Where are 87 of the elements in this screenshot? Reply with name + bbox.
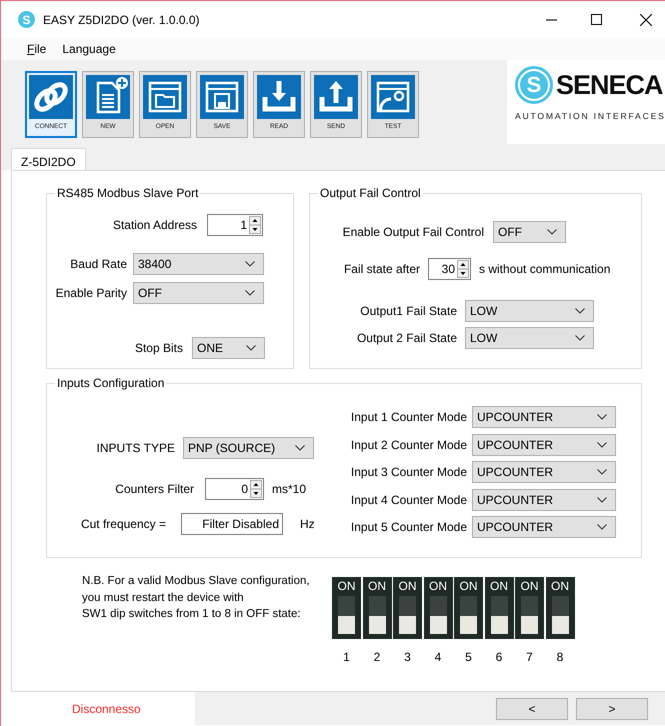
- connection-status: Disconnesso: [72, 700, 141, 718]
- field-label: Output 2 Fail State: [356, 330, 457, 347]
- number-field[interactable]: 1: [207, 214, 263, 236]
- number-field[interactable]: 30: [428, 258, 471, 280]
- field-label: Counters Filter: [114, 481, 194, 498]
- tab[interactable]: Z-5DI2DO: [11, 148, 86, 171]
- group-title: Output Fail Control: [318, 186, 423, 201]
- dropdown[interactable]: UPCOUNTER: [472, 434, 616, 456]
- switch-number: 1: [343, 649, 350, 666]
- previous-button[interactable]: <: [496, 698, 568, 720]
- maximize-icon[interactable]: [591, 14, 602, 24]
- window-title: EASY Z5DI2DO (ver. 1.0.0.0): [43, 12, 200, 28]
- dropdown[interactable]: UPCOUNTER: [472, 406, 616, 428]
- dip-switch[interactable]: ON: [546, 577, 574, 639]
- switch-number: 4: [434, 649, 442, 666]
- unit-label: ms*10: [272, 481, 306, 498]
- field-label: Fail state after: [342, 261, 420, 278]
- menu-item[interactable]: File: [27, 40, 46, 58]
- field-label: Input 3 Counter Mode: [350, 464, 467, 481]
- chevron-icon: [246, 345, 256, 351]
- chevron-icon: [547, 229, 557, 235]
- field-label: Output1 Fail State: [359, 303, 457, 320]
- field-label: Input 1 Counter Mode: [350, 409, 467, 426]
- app-icon: S: [18, 11, 35, 28]
- field-label: INPUTS TYPE: [96, 440, 175, 457]
- new-document-icon: [86, 75, 130, 119]
- switch-number: 8: [556, 649, 564, 666]
- next-button[interactable]: >: [576, 698, 648, 720]
- switch-number: 7: [526, 649, 533, 666]
- unit-label: s without communication: [479, 261, 610, 278]
- dropdown[interactable]: LOW: [465, 300, 594, 322]
- dropdown[interactable]: UPCOUNTER: [472, 516, 616, 538]
- switch-number: 5: [465, 649, 472, 666]
- chevron-icon: [597, 414, 607, 420]
- chevron-icon: [575, 308, 585, 314]
- dropdown[interactable]: UPCOUNTER: [472, 488, 616, 510]
- logo-name: SENECA: [556, 72, 663, 98]
- dropdown[interactable]: LOW: [465, 327, 594, 349]
- close-icon[interactable]: [640, 14, 652, 26]
- menu-item[interactable]: Language: [62, 40, 116, 58]
- switch-number: 3: [404, 649, 411, 666]
- dropdown[interactable]: PNP (SOURCE): [183, 437, 314, 459]
- dropdown[interactable]: OFF: [133, 282, 264, 304]
- unit-label: Hz: [300, 516, 315, 533]
- dropdown[interactable]: 38400: [133, 253, 264, 275]
- logo-tagline: AUTOMATION INTERFACES: [515, 110, 665, 123]
- upload-icon: [314, 75, 358, 119]
- number-field[interactable]: 0: [205, 478, 264, 500]
- dropdown[interactable]: OFF: [493, 221, 566, 243]
- field-label: Input 5 Counter Mode: [350, 519, 467, 536]
- dropdown[interactable]: ONE: [192, 337, 265, 359]
- group-title: Inputs Configuration: [55, 376, 166, 391]
- spinner-icon: [457, 260, 469, 278]
- field-label: Input 2 Counter Mode: [350, 436, 467, 454]
- dip-switch[interactable]: ON: [332, 577, 361, 639]
- dip-switch[interactable]: ON: [484, 577, 514, 639]
- chevron-icon: [597, 524, 607, 530]
- switch-number: 6: [496, 649, 502, 666]
- field-label: Stop Bits: [134, 340, 183, 357]
- folder-window-icon: [143, 75, 187, 119]
- field-label: Baud Rate: [69, 256, 127, 273]
- switch-number: 2: [374, 649, 380, 666]
- chevron-icon: [245, 290, 255, 296]
- dip-switch[interactable]: ON: [393, 577, 422, 639]
- dip-switch[interactable]: ON: [454, 577, 483, 639]
- text-field[interactable]: Filter Disabled: [181, 513, 283, 535]
- spinner-icon: [250, 480, 262, 498]
- field-label: Station Address: [112, 217, 197, 234]
- download-icon: [257, 75, 301, 119]
- field-label: Input 4 Counter Mode: [350, 492, 467, 508]
- chevron-icon: [597, 469, 607, 475]
- logo-mark: S: [515, 66, 553, 104]
- spinner-icon: [249, 216, 261, 234]
- field-label: Cut frequency =: [80, 516, 166, 533]
- link-icon: [29, 75, 73, 119]
- dip-switch[interactable]: ON: [515, 577, 544, 639]
- field-label: Enable Parity: [54, 285, 127, 302]
- chevron-icon: [597, 442, 607, 448]
- chevron-icon: [575, 335, 585, 341]
- chevron-icon: [245, 261, 255, 267]
- dip-switch[interactable]: ON: [424, 577, 452, 639]
- chevron-icon: [295, 445, 305, 451]
- dropdown[interactable]: UPCOUNTER: [472, 461, 616, 483]
- dip-switch[interactable]: ON: [362, 577, 392, 639]
- chevron-icon: [597, 496, 607, 502]
- note-text: N.B. For a valid Modbus Slave configuration, you must restart the device with SW1 dip switches from 1 to 8 in OFF state:: [82, 574, 311, 622]
- field-label: Enable Output Fail Control: [342, 224, 484, 241]
